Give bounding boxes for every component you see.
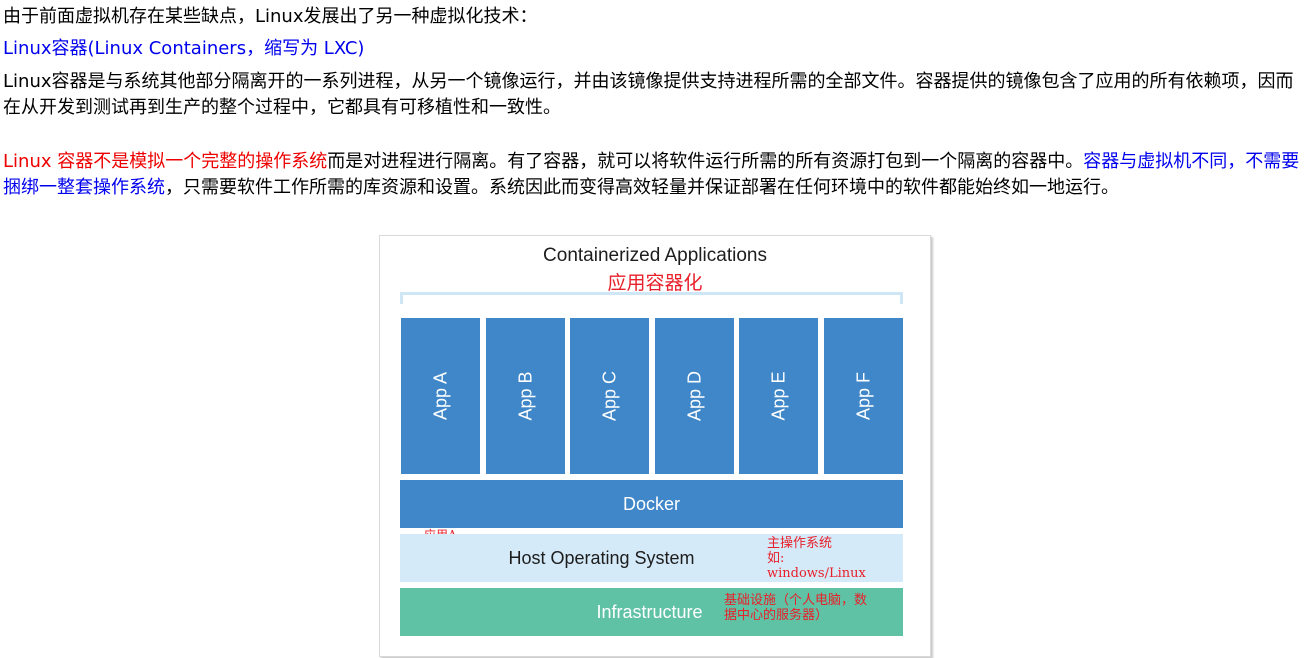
infrastructure-label: Infrastructure <box>596 602 703 622</box>
host-os-label: Host Operating System <box>508 548 695 568</box>
intro-line: 由于前面虚拟机存在某些缺点，Linux发展出了另一种虚拟化技术： <box>3 6 538 27</box>
app-block-a: App A 应用A <box>401 318 480 542</box>
app-label: App A <box>430 371 450 421</box>
host-note-line: 如: <box>767 551 785 566</box>
app-label: App E <box>768 371 788 421</box>
app-label: App B <box>515 371 535 421</box>
app-label: App C <box>599 370 619 422</box>
containerized-applications-diagram: Containerized Applications 应用容器化 App A 应… <box>379 235 931 657</box>
diagram-subtitle: 应用容器化 <box>607 272 703 294</box>
red-highlight-text: Linux 容器不是模拟一个完整的操作系统 <box>3 151 328 172</box>
app-block-c: App C <box>570 318 649 474</box>
plain-text-2: ，只需要软件工作所需的库资源和设置。系统因此而变得高效轻量并保证部署在任何环境中… <box>165 177 1119 198</box>
infrastructure-annotation: 基础设施（个人电脑，数 据中心的服务器） <box>724 593 867 623</box>
diagram-title: Containerized Applications <box>543 245 767 266</box>
infra-note-line: 基础设施（个人电脑，数 <box>724 593 868 608</box>
infra-note-line: 据中心的服务器） <box>724 608 829 623</box>
app-block-e: App E <box>739 318 818 474</box>
lxc-heading: Linux容器(Linux Containers，缩写为 LXC) <box>3 38 365 59</box>
host-note-line: 主操作系统 <box>767 536 833 551</box>
host-os-annotation: 主操作系统 如: windows/Linux <box>767 536 866 581</box>
app-label: App F <box>853 371 873 421</box>
app-block-d: App D <box>655 318 734 474</box>
plain-text-1: 而是对进程进行隔离。有了容器，就可以将软件运行所需的所有资源打包到一个隔离的容器… <box>327 151 1084 172</box>
docker-layer: Docker <box>400 480 903 528</box>
app-block-b: App B <box>486 318 565 474</box>
lxc-comparison-paragraph: Linux 容器不是模拟一个完整的操作系统而是对进程进行隔离。有了容器，就可以将… <box>3 149 1301 201</box>
lxc-description-paragraph: Linux容器是与系统其他部分隔离开的一系列进程，从另一个镜像运行，并由该镜像提… <box>3 71 1294 118</box>
host-note-line: windows/Linux <box>767 566 866 581</box>
app-block-f: App F <box>824 318 903 474</box>
app-label: App D <box>684 370 704 422</box>
apps-bracket <box>400 292 903 304</box>
